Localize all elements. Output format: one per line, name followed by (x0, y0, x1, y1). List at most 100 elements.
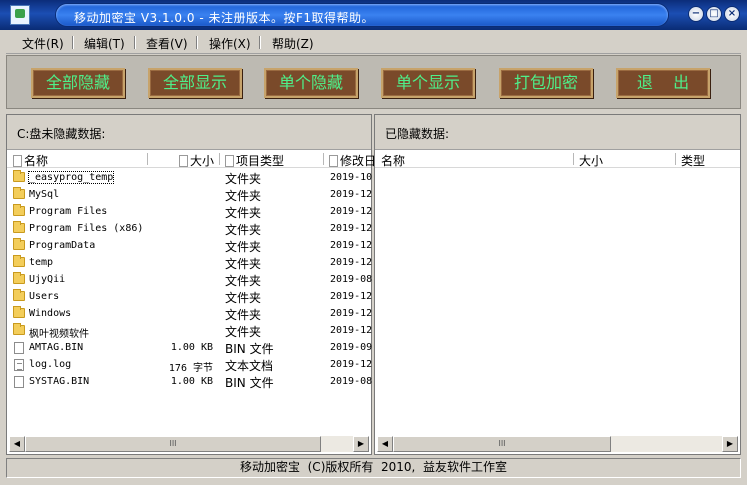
title-bar[interactable]: 移动加密宝 V3.1.0.0 - 未注册版本。按F1取得帮助。 − □ × (0, 0, 747, 30)
file-type: 文件夹 (225, 240, 262, 254)
col-size[interactable]: 大小 (179, 152, 214, 169)
col-name[interactable]: 名称 (13, 152, 48, 169)
scroll-right-icon[interactable]: ▶ (353, 436, 369, 452)
table-row[interactable]: Program Files (x86) 文件夹 2019-12 (7, 220, 372, 237)
file-type: 文件夹 (225, 274, 262, 288)
column-header: 名称 大小 项目类型 修改日 (7, 151, 376, 169)
col-modified[interactable]: 修改日 (329, 152, 376, 169)
close-icon[interactable]: × (724, 6, 740, 22)
file-size: 1.00 KB (170, 342, 213, 353)
hide-all-button[interactable]: 全部隐藏 (31, 68, 125, 98)
col-name[interactable]: 名称 (381, 152, 405, 169)
menu-operation[interactable]: 操作(X) (209, 35, 251, 52)
file-type: 文件夹 (225, 291, 262, 305)
file-type: BIN 文件 (225, 342, 274, 356)
table-row[interactable]: log.log 176 字节 文本文档 2019-12 (7, 356, 373, 374)
folder-icon (13, 170, 25, 182)
show-one-button[interactable]: 单个显示 (381, 68, 475, 98)
table-row[interactable]: AMTAG.BIN 1.00 KB BIN 文件 2019-09 (7, 339, 373, 356)
table-row[interactable]: 枫叶视频软件 文件夹 2019-12 (7, 322, 373, 340)
folder-icon (13, 272, 25, 284)
window-title: 移动加密宝 V3.1.0.0 - 未注册版本。按F1取得帮助。 (74, 11, 375, 25)
file-list: _easyprog_temp 文件夹 2019-10 MySql 文件夹 2019-12 P… (7, 169, 373, 390)
file-modified: 2019-12 (330, 240, 373, 251)
table-row[interactable]: temp 文件夹 2019-12 (7, 254, 373, 271)
table-row[interactable]: ProgramData 文件夹 2019-12 (7, 237, 373, 254)
horizontal-scrollbar[interactable]: ◀ III ▶ (377, 436, 738, 452)
file-type: 文件夹 (225, 325, 262, 339)
table-row[interactable]: SYSTAG.BIN 1.00 KB BIN 文件 2019-08 (7, 373, 373, 390)
text-file-icon (14, 359, 24, 371)
file-modified: 2019-09 (330, 342, 373, 353)
app-window: 移动加密宝 V3.1.0.0 - 未注册版本。按F1取得帮助。 − □ × 文件… (0, 0, 747, 485)
file-name: ProgramData (29, 240, 96, 251)
hide-one-button[interactable]: 单个隐藏 (264, 68, 358, 98)
file-type: 文件夹 (225, 223, 262, 237)
restore-icon[interactable]: □ (706, 6, 722, 22)
file-modified: 2019-10 (330, 172, 373, 183)
column-header: 名称 大小 类型 (375, 151, 740, 168)
file-name: MySql (29, 189, 60, 200)
file-icon (14, 342, 24, 354)
file-size: 176 字节 (168, 363, 213, 374)
table-row[interactable]: _easyprog_temp 文件夹 2019-10 (7, 169, 373, 186)
file-name: log.log (29, 359, 72, 370)
file-size: 1.00 KB (170, 376, 213, 387)
file-modified: 2019-08 (330, 274, 373, 285)
file-type: 文件夹 (225, 189, 262, 203)
file-type: 文件夹 (225, 206, 262, 220)
file-modified: 2019-12 (330, 359, 373, 370)
scroll-thumb[interactable]: III (25, 436, 321, 452)
folder-icon (13, 306, 25, 318)
minimize-icon[interactable]: − (688, 6, 704, 22)
file-type: 文本文档 (225, 359, 274, 373)
file-name: Program Files (x86) (29, 223, 144, 234)
menu-file[interactable]: 文件(R) (22, 35, 64, 52)
exit-button[interactable]: 退 出 (616, 68, 710, 98)
col-type[interactable]: 类型 (681, 152, 705, 169)
file-modified: 2019-08 (330, 376, 373, 387)
file-modified: 2019-12 (330, 325, 373, 336)
file-modified: 2019-12 (330, 206, 373, 217)
horizontal-scrollbar[interactable]: ◀ III ▶ (9, 436, 369, 452)
show-all-button[interactable]: 全部显示 (148, 68, 242, 98)
file-name: _easyprog_temp (27, 171, 115, 184)
folder-icon (13, 323, 25, 335)
pack-encrypt-button[interactable]: 打包加密 (499, 68, 593, 98)
folder-icon (13, 289, 25, 301)
menu-edit[interactable]: 编辑(T) (84, 35, 125, 52)
col-size[interactable]: 大小 (579, 152, 603, 169)
file-type: 文件夹 (225, 308, 262, 322)
folder-icon (13, 204, 25, 216)
table-row[interactable]: MySql 文件夹 2019-12 (7, 186, 372, 203)
menu-help[interactable]: 帮助(Z) (272, 35, 314, 52)
status-bar: 移动加密宝 (C)版权所有 2010, 益友软件工作室 (6, 458, 741, 478)
file-type: 文件夹 (225, 172, 262, 186)
file-name: UjyQii (29, 274, 66, 285)
file-modified: 2019-12 (330, 308, 373, 319)
app-icon[interactable] (10, 5, 30, 25)
file-type: BIN 文件 (225, 376, 274, 390)
scroll-thumb[interactable]: III (393, 436, 611, 452)
scroll-right-icon[interactable]: ▶ (722, 436, 738, 452)
table-row[interactable]: Program Files 文件夹 2019-12 (7, 203, 373, 220)
hidden-panel-title: 已隐藏数据: (385, 127, 450, 141)
file-icon (14, 376, 24, 388)
file-name: SYSTAG.BIN (29, 376, 90, 387)
col-type[interactable]: 项目类型 (225, 152, 284, 169)
table-row[interactable]: Users 文件夹 2019-12 (7, 288, 373, 305)
file-name: 枫叶视频软件 (29, 329, 89, 340)
unhidden-panel-title: C:盘未隐藏数据: (17, 127, 106, 141)
menu-view[interactable]: 查看(V) (146, 35, 188, 52)
file-modified: 2019-12 (330, 257, 373, 268)
toolbar: 全部隐藏 全部显示 单个隐藏 单个显示 打包加密 退 出 (6, 55, 741, 109)
scroll-left-icon[interactable]: ◀ (377, 436, 393, 452)
folder-icon (13, 221, 25, 233)
file-name: Users (29, 291, 60, 302)
folder-icon (13, 238, 25, 250)
table-row[interactable]: UjyQii 文件夹 2019-08 (7, 271, 373, 288)
file-modified: 2019-12 (330, 291, 373, 302)
scroll-left-icon[interactable]: ◀ (9, 436, 25, 452)
file-name: AMTAG.BIN (29, 342, 84, 353)
table-row[interactable]: Windows 文件夹 2019-12 (7, 305, 373, 322)
